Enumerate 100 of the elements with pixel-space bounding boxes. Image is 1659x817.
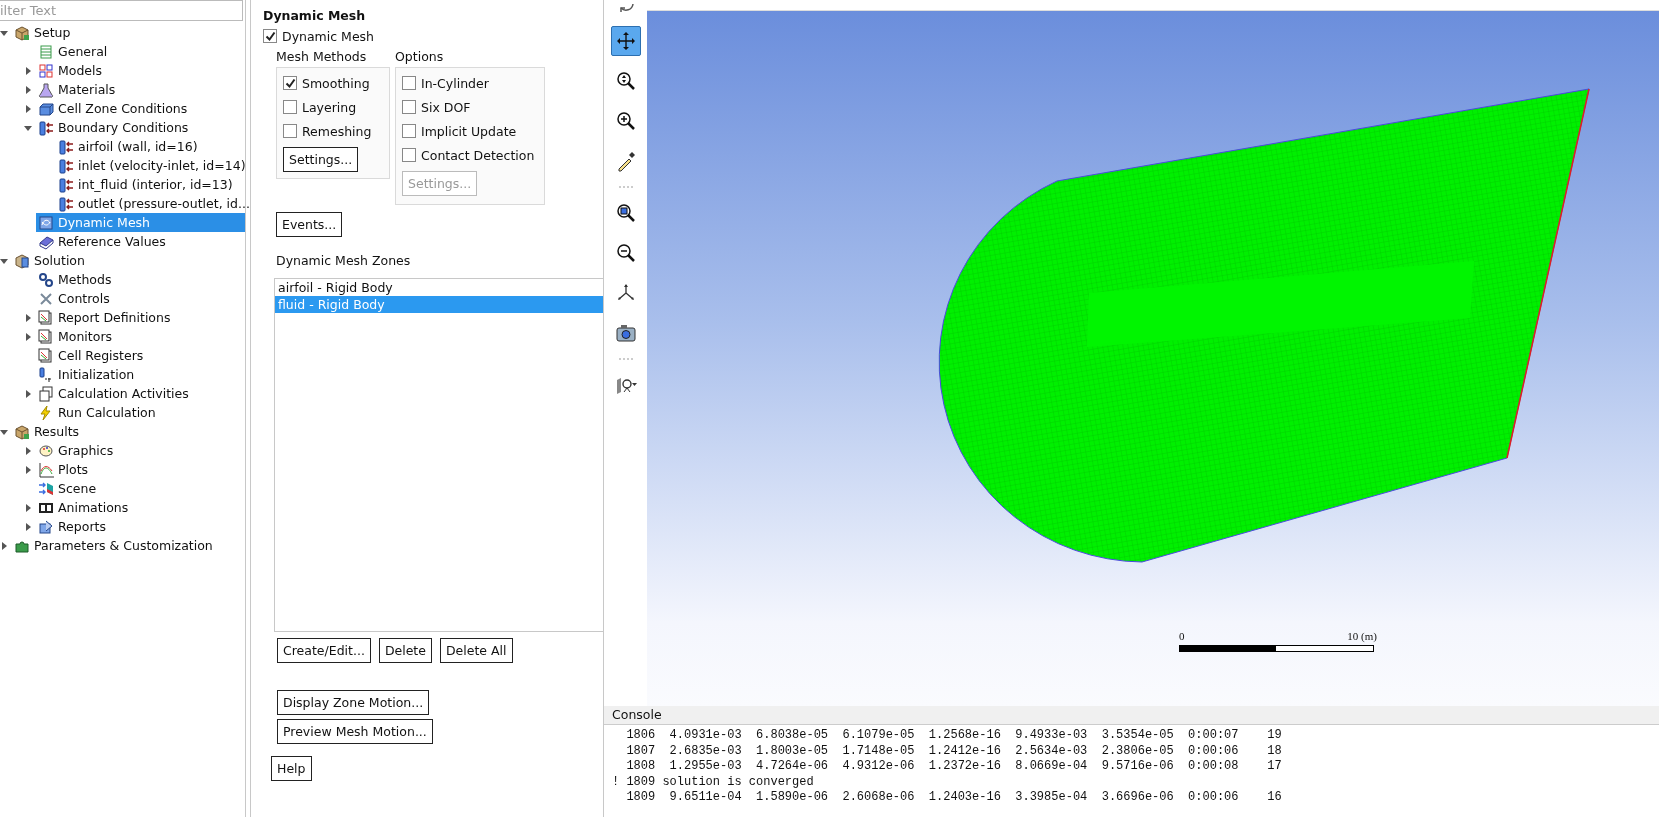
zoom-in-icon[interactable] bbox=[614, 110, 637, 132]
tree-item[interactable]: Controls bbox=[36, 289, 245, 308]
palette-icon bbox=[38, 442, 54, 459]
settings-button[interactable]: Settings... bbox=[283, 147, 359, 172]
console-line: 1809 9.6511e-04 1.5890e-06 2.6068e-06 1.2403e-16 3.3985e-04 3.6696e-06 0:00:06 16 bbox=[625, 790, 1283, 806]
group-title: Mesh Methods bbox=[276, 49, 368, 64]
calculator-icon bbox=[14, 252, 30, 269]
button[interactable]: Delete bbox=[378, 638, 432, 663]
tools-icon bbox=[38, 290, 54, 307]
button[interactable]: Display Zone Motion... bbox=[277, 690, 430, 715]
chart-icon bbox=[38, 347, 54, 364]
tree-item[interactable]: Solution bbox=[12, 251, 245, 270]
zoom-box-icon[interactable] bbox=[614, 202, 637, 224]
list-icon bbox=[38, 43, 54, 60]
checkbox-label: Smoothing bbox=[302, 75, 370, 91]
filter-field[interactable]: ilter Text bbox=[0, 0, 243, 21]
grid-icon bbox=[38, 62, 54, 79]
tree-item[interactable]: Run Calculation bbox=[36, 403, 245, 422]
checkbox[interactable] bbox=[283, 76, 297, 90]
section-title: Dynamic Mesh Zones bbox=[276, 253, 411, 268]
gears-icon bbox=[38, 271, 54, 288]
tree-item[interactable]: Reference Values bbox=[36, 232, 245, 251]
tree-item[interactable]: airfoil (wall, id=16) bbox=[56, 137, 245, 156]
list-item[interactable]: airfoil - Rigid Body bbox=[275, 279, 603, 296]
console-line: 1806 4.0931e-03 6.8038e-05 6.1079e-05 1.2568e-16 9.4933e-03 3.5354e-05 0:00:07 19 bbox=[625, 728, 1283, 744]
tree-item[interactable]: Cell Registers bbox=[36, 346, 245, 365]
expand-arrow-icon[interactable] bbox=[24, 332, 32, 341]
tree-item[interactable]: Boundary Conditions bbox=[36, 118, 245, 137]
expand-arrow-icon[interactable] bbox=[24, 389, 32, 398]
panel-title: Dynamic Mesh bbox=[263, 8, 366, 23]
tree-item[interactable]: Monitors bbox=[36, 327, 245, 346]
expand-arrow-icon[interactable] bbox=[24, 446, 32, 455]
tree-item[interactable]: inlet (velocity-inlet, id=14) bbox=[56, 156, 246, 175]
expand-arrow-icon[interactable] bbox=[24, 104, 32, 113]
checkbox-label: Implicit Update bbox=[421, 123, 517, 139]
boundary-icon bbox=[58, 176, 74, 193]
zoom-out-icon[interactable] bbox=[614, 242, 637, 264]
collapse-arrow-icon[interactable] bbox=[0, 28, 8, 37]
tree-item[interactable]: General bbox=[36, 42, 245, 61]
tree-item[interactable]: Results bbox=[12, 422, 245, 441]
tree-item[interactable]: Graphics bbox=[36, 441, 245, 460]
scene-icon bbox=[38, 480, 54, 497]
flask-icon bbox=[38, 81, 54, 98]
boundary-icon bbox=[58, 195, 74, 212]
tree-item[interactable]: Setup bbox=[12, 23, 245, 42]
camera-icon[interactable] bbox=[614, 322, 637, 344]
expand-arrow-icon[interactable] bbox=[24, 522, 32, 531]
events-button[interactable]: Events... bbox=[276, 212, 343, 237]
checkbox[interactable] bbox=[402, 124, 416, 138]
tree-item[interactable]: Models bbox=[36, 61, 245, 80]
checkbox[interactable] bbox=[283, 124, 297, 138]
cube-icon bbox=[14, 24, 30, 41]
tree-item[interactable]: Plots bbox=[36, 460, 245, 479]
expand-arrow-icon[interactable] bbox=[0, 541, 8, 550]
group-title: Options bbox=[395, 49, 445, 64]
report-icon bbox=[38, 518, 54, 535]
tree-item[interactable]: Parameters & Customization bbox=[12, 536, 245, 555]
checkbox-label: Contact Detection bbox=[421, 147, 535, 163]
checkbox[interactable] bbox=[402, 76, 416, 90]
zoom-fit-icon[interactable] bbox=[614, 70, 637, 92]
expand-arrow-icon[interactable] bbox=[24, 85, 32, 94]
expand-arrow-icon[interactable] bbox=[24, 465, 32, 474]
tree-item[interactable]: Calculation Activities bbox=[36, 384, 245, 403]
tree-item[interactable]: Methods bbox=[36, 270, 245, 289]
tree-item[interactable]: Initialization bbox=[36, 365, 245, 384]
button[interactable]: Create/Edit... bbox=[277, 638, 371, 663]
tree-item[interactable]: int_fluid (interior, id=13) bbox=[56, 175, 245, 194]
tree-item[interactable]: Reports bbox=[36, 517, 245, 536]
expand-arrow-icon[interactable] bbox=[24, 313, 32, 322]
checkbox-label: Layering bbox=[302, 99, 357, 115]
boundary-icon bbox=[38, 119, 54, 136]
button[interactable]: Delete All bbox=[439, 638, 513, 663]
tree-item[interactable]: Report Definitions bbox=[36, 308, 245, 327]
checkbox[interactable] bbox=[263, 29, 277, 43]
console-line: 1808 1.2955e-03 4.7264e-06 4.9312e-06 1.2372e-16 8.0669e-04 9.5716e-06 0:00:08 17 bbox=[625, 759, 1283, 775]
checkbox[interactable] bbox=[283, 100, 297, 114]
checkbox[interactable] bbox=[402, 100, 416, 114]
tree-item[interactable]: Materials bbox=[36, 80, 245, 99]
help-button[interactable]: Help bbox=[271, 756, 312, 781]
button[interactable]: Preview Mesh Motion... bbox=[277, 719, 433, 744]
initialization-icon bbox=[38, 366, 54, 383]
tree-item[interactable]: outlet (pressure-outlet, id... bbox=[56, 194, 250, 213]
expand-arrow-icon[interactable] bbox=[24, 503, 32, 512]
checkbox-label: Six DOF bbox=[421, 99, 471, 115]
collapse-arrow-icon[interactable] bbox=[0, 256, 8, 265]
chart-icon bbox=[38, 309, 54, 326]
boundary-icon bbox=[58, 157, 74, 174]
tree-item[interactable]: Scene bbox=[36, 479, 245, 498]
mesh-icon bbox=[38, 214, 54, 231]
tree-item[interactable]: Animations bbox=[36, 498, 245, 517]
collapse-arrow-icon[interactable] bbox=[24, 123, 32, 132]
expand-arrow-icon[interactable] bbox=[24, 66, 32, 75]
chart-icon bbox=[38, 328, 54, 345]
checkbox-label: Dynamic Mesh bbox=[282, 28, 374, 44]
plot-icon bbox=[38, 461, 54, 478]
box-icon bbox=[38, 100, 54, 117]
tree-item[interactable]: Cell Zone Conditions bbox=[36, 99, 245, 118]
checkbox[interactable] bbox=[402, 148, 416, 162]
collapse-arrow-icon[interactable] bbox=[0, 427, 8, 436]
lightning-icon bbox=[38, 404, 54, 421]
